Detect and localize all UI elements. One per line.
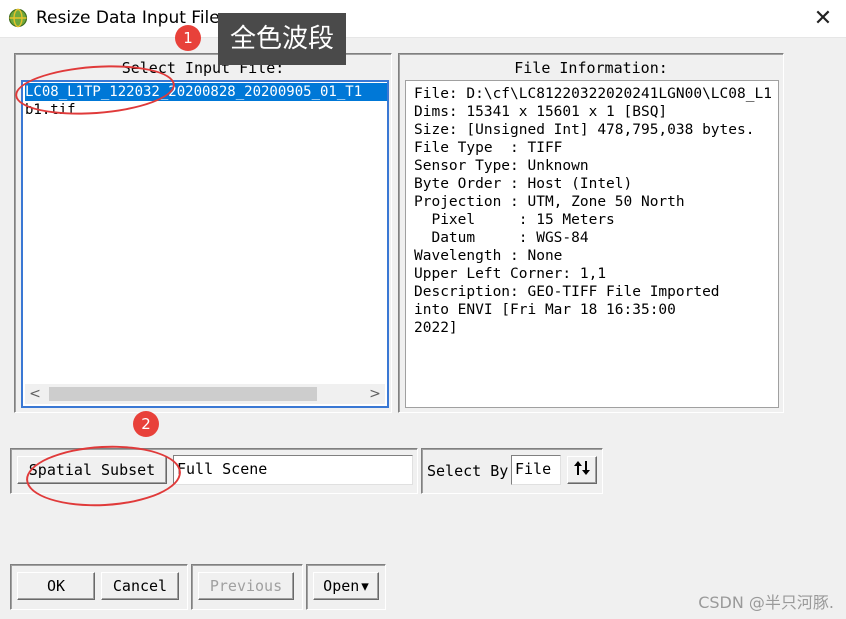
select-by-group: Select By File [421,448,603,494]
scroll-right-icon[interactable]: > [365,384,385,404]
annotation-badge-2: 2 [133,411,159,437]
info-line: Sensor Type: Unknown [414,158,589,174]
open-menu-button[interactable]: Open ▾ [313,572,379,600]
sort-toggle-button[interactable] [567,456,597,484]
info-line: Byte Order : Host (Intel) [414,176,633,192]
file-info-label: File Information: [514,59,668,77]
scroll-left-icon[interactable]: < [25,384,45,404]
info-line: File Type : TIFF [414,140,563,156]
watermark: CSDN @半只河豚. [698,593,834,612]
scroll-thumb[interactable] [49,387,317,401]
info-line: Dims: 15341 x 15601 x 1 [BSQ] [414,104,668,120]
select-by-field: File [511,455,561,485]
info-line: Datum : WGS-84 [414,230,589,246]
close-icon: ✕ [813,6,833,31]
dialog-body: Select Input File: LC08_L1TP_122032_2020… [0,38,846,619]
info-line: Pixel : 15 Meters [414,212,615,228]
subset-value-field: Full Scene [173,455,413,485]
open-group: Open ▾ [306,564,386,610]
envi-globe-icon [8,8,28,28]
previous-group: Previous [191,564,303,610]
title-bar: Resize Data Input File ✕ [0,0,846,38]
file-info-text: File: D:\cf\LC81220322020241LGN00\LC08_L… [405,80,779,408]
action-button-group: OK Cancel [10,564,188,610]
annotation-callout: 全色波段 [218,13,347,65]
select-by-label: Select By [427,462,509,480]
ok-button[interactable]: OK [17,572,95,600]
annotation-badge-1: 1 [175,25,201,51]
info-line: Projection : UTM, Zone 50 North [414,194,685,210]
file-info-panel: File Information: File: D:\cf\LC81220322… [398,53,784,413]
open-button-label: Open [323,577,360,595]
info-line: Upper Left Corner: 1,1 [414,266,607,282]
sort-arrows-icon [573,459,591,481]
cancel-button[interactable]: Cancel [101,572,179,600]
horizontal-scrollbar[interactable]: < > [25,384,385,404]
previous-button[interactable]: Previous [198,572,294,600]
info-line: Description: GEO-TIFF File Imported [414,284,720,300]
info-line: Size: [Unsigned Int] 478,795,038 bytes. [414,122,755,138]
info-line: Wavelength : None [414,248,563,264]
input-file-list[interactable]: LC08_L1TP_122032_20200828_20200905_01_T1… [21,80,389,408]
info-line: into ENVI [Fri Mar 18 16:35:00 [414,302,676,318]
info-line: 2022] [414,320,458,336]
close-button[interactable]: ✕ [800,0,846,37]
chevron-down-icon: ▾ [361,577,369,595]
info-line: File: D:\cf\LC81220322020241LGN00\LC08_L… [414,86,772,102]
